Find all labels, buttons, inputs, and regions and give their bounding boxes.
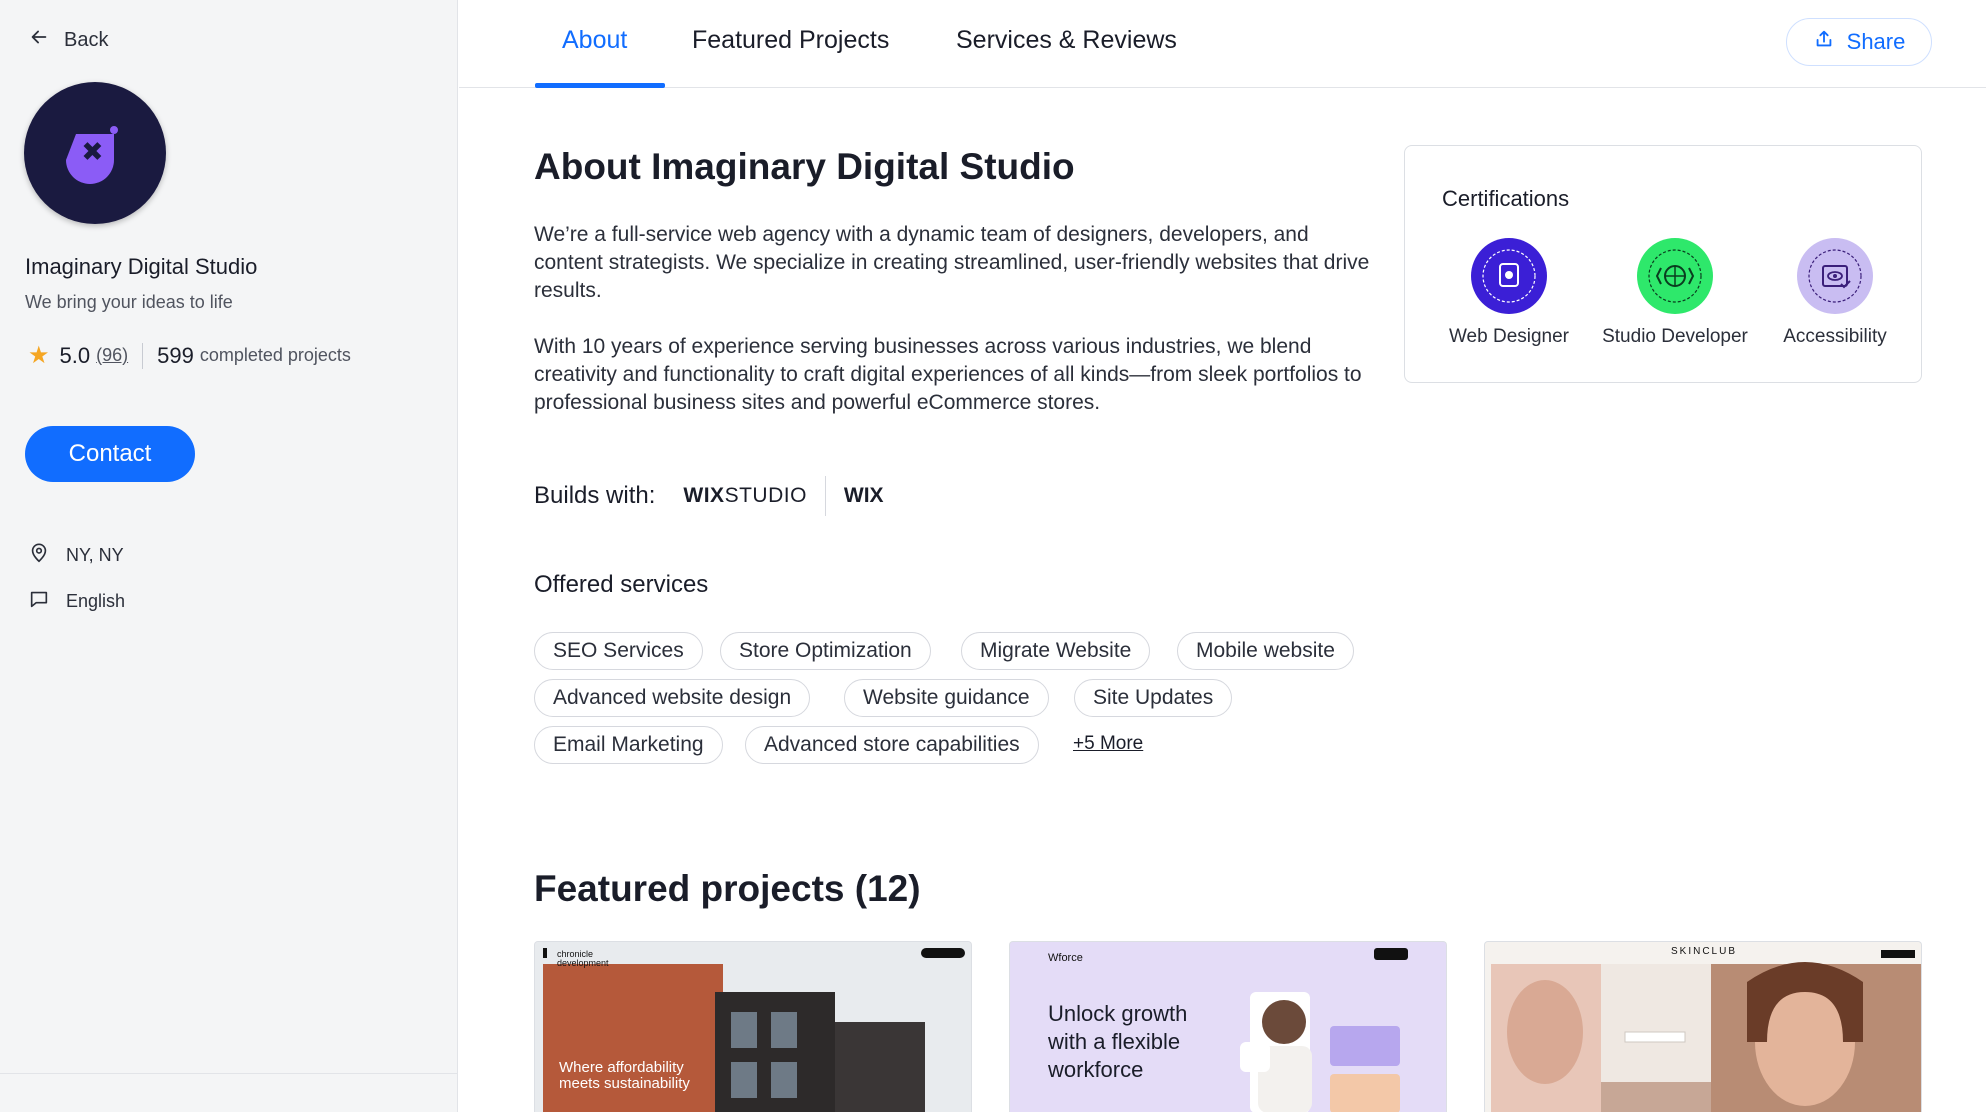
chat-bubble-icon — [28, 588, 50, 615]
project-card-wforce[interactable]: Wforce Unlock growth with a flexible wor… — [1009, 941, 1447, 1112]
studio-tagline: We bring your ideas to life — [25, 292, 233, 312]
review-count-link[interactable]: (96) — [96, 345, 128, 366]
certification-label: Accessibility — [1783, 326, 1887, 347]
builds-with-row: Builds with: WIXSTUDIO WIX — [534, 474, 884, 518]
location-text: NY, NY — [66, 545, 124, 565]
certification-web-designer[interactable]: Web Designer — [1424, 238, 1594, 348]
studio-name: Imaginary Digital Studio — [25, 254, 258, 279]
offered-services-title: Offered services — [534, 571, 709, 598]
project-card-chronicle[interactable]: chronicle development Where affordabilit… — [534, 941, 972, 1112]
active-tab-indicator — [535, 83, 665, 88]
share-label: Share — [1846, 29, 1906, 54]
certification-accessibility[interactable]: Accessibility — [1750, 238, 1920, 348]
project-brand: Wforce — [1048, 952, 1083, 964]
tab-about[interactable]: About — [562, 26, 627, 55]
share-icon — [1813, 28, 1835, 56]
tab-bar: About Featured Projects Services & Revie… — [459, 0, 1986, 88]
wix-studio-logo: WIXSTUDIO — [683, 484, 807, 508]
service-chip[interactable]: Store Optimization — [720, 632, 931, 670]
service-chip[interactable]: Migrate Website — [961, 632, 1151, 670]
accessibility-badge-icon — [1797, 238, 1873, 314]
rating-row: ★ 5.0 (96) 599 completed projects — [28, 341, 351, 370]
service-chip[interactable]: Mobile website — [1177, 632, 1354, 670]
service-chip[interactable]: SEO Services — [534, 632, 703, 670]
platform-divider — [824, 476, 826, 516]
featured-projects-title: Featured projects (12) — [534, 868, 921, 909]
certification-label: Web Designer — [1448, 326, 1570, 347]
project-headline: Unlock growth with a flexible workforce — [1048, 1001, 1188, 1082]
star-icon: ★ — [28, 342, 50, 369]
contact-button[interactable]: Contact — [25, 426, 195, 482]
service-chip[interactable]: Site Updates — [1074, 679, 1233, 717]
about-paragraph-2: With 10 years of experience serving busi… — [534, 335, 1362, 414]
completed-label: completed projects — [199, 345, 351, 365]
service-chip[interactable]: Email Marketing — [534, 726, 723, 764]
wix-studio-logo-wix: WIX — [683, 484, 725, 507]
certifications-title: Certifications — [1442, 186, 1570, 211]
project-headline: Where affordability meets sustainability — [559, 1059, 690, 1092]
builds-with-label: Builds with: — [534, 482, 656, 509]
language-row: English — [28, 588, 125, 615]
map-pin-icon — [28, 542, 50, 569]
profile-sidebar: Back Imaginary Digital Studio We bring y… — [0, 0, 458, 1112]
studio-avatar — [24, 82, 166, 224]
language-text: English — [66, 591, 126, 611]
rating-divider — [142, 342, 144, 369]
tab-services-reviews[interactable]: Services & Reviews — [956, 26, 1177, 55]
project-brand: SKINCLUB — [1670, 946, 1737, 957]
project-thumbnail-3 — [1485, 942, 1921, 1112]
certifications-card: Certifications Web Designer Studio Devel… — [1404, 145, 1922, 383]
web-designer-badge-icon — [1471, 238, 1547, 314]
sidebar-divider — [0, 1073, 458, 1074]
project-card-skinclub[interactable]: SKINCLUB — [1484, 941, 1922, 1112]
about-paragraph-1: We’re a full-service web agency with a d… — [534, 223, 1370, 302]
service-chip[interactable]: Advanced store capabilities — [745, 726, 1039, 764]
service-chip[interactable]: Advanced website design — [534, 679, 811, 717]
location-row: NY, NY — [28, 542, 124, 569]
rating-value: 5.0 — [59, 342, 91, 368]
wix-logo: WIX — [843, 484, 884, 507]
tab-featured-projects[interactable]: Featured Projects — [692, 26, 889, 55]
more-services-link[interactable]: +5 More — [1073, 733, 1143, 755]
back-button[interactable]: Back — [28, 26, 108, 54]
completed-count: 599 — [157, 342, 194, 368]
arrow-left-icon — [28, 26, 50, 54]
wix-studio-logo-studio: STUDIO — [724, 484, 807, 507]
about-title: About Imaginary Digital Studio — [534, 146, 1075, 187]
back-label: Back — [64, 28, 109, 51]
studio-logo-icon — [66, 126, 118, 184]
certification-label: Studio Developer — [1602, 326, 1748, 347]
service-chip[interactable]: Website guidance — [844, 679, 1049, 717]
share-button[interactable]: Share — [1786, 18, 1932, 66]
studio-developer-badge-icon — [1637, 238, 1713, 314]
certification-studio-developer[interactable]: Studio Developer — [1590, 238, 1760, 348]
project-brand: chronicle development — [557, 949, 609, 968]
